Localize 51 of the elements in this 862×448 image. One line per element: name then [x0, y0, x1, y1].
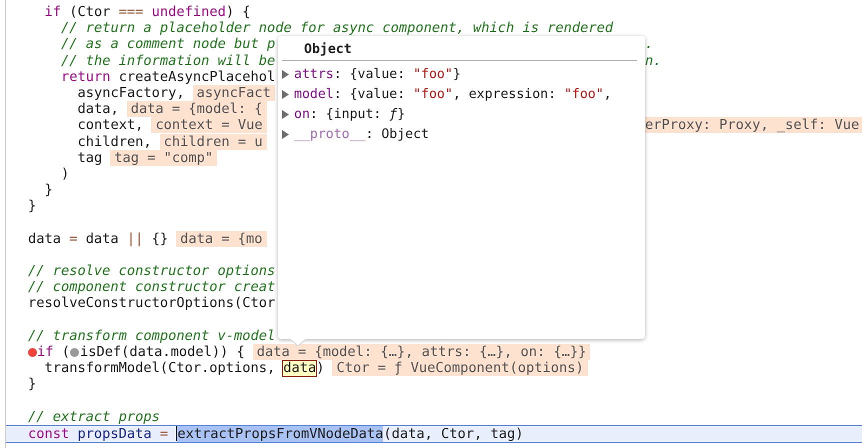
inline-value: asyncFact: [192, 85, 275, 102]
inline-value: data = {model: {…}, attrs: {…}, on: {…}}: [252, 344, 590, 360]
code-text: context,: [78, 117, 144, 134]
code-text: n.: [645, 52, 662, 69]
code-text: data = data || {}: [28, 230, 168, 247]
code-text: }: [28, 376, 36, 393]
code-text: data,: [78, 101, 119, 118]
inline-value: data = {model: {: [126, 101, 267, 118]
property-entry: on: {input: ƒ}: [294, 106, 406, 122]
code-text: ): [316, 360, 324, 376]
code-text: return createAsyncPlacehol: [61, 68, 276, 85]
code-text: (data, Ctor, tag): [383, 426, 524, 442]
expand-triangle-icon[interactable]: [282, 130, 290, 138]
expand-triangle-icon[interactable]: [282, 110, 290, 118]
inline-value: children = u: [160, 134, 267, 150]
selected-text: extractPropsFromVNodeData: [177, 426, 384, 442]
property-entry: attrs: {value: "foo"}: [294, 66, 461, 82]
code-text: // the information will be: [61, 52, 276, 69]
inline-value: tag = "comp": [110, 150, 218, 166]
code-text: const propsData =: [28, 426, 170, 442]
code-text: asyncFactory,: [78, 84, 185, 102]
property-entry: __proto__: Object: [294, 126, 429, 142]
code-text: ): [61, 166, 70, 182]
code-text: // extract props: [28, 408, 160, 425]
code-text: if (: [37, 344, 70, 360]
code-text: if (Ctor === undefined) {: [44, 4, 251, 20]
expand-triangle-icon[interactable]: [282, 90, 290, 98]
code-text: }: [28, 198, 36, 214]
code-text: tag: [78, 150, 102, 166]
code-text: }: [44, 182, 53, 198]
expand-triangle-icon[interactable]: [282, 70, 290, 78]
inline-value: Ctor = ƒ VueComponent(options): [332, 360, 588, 376]
code-text: // transform component v-model: [28, 328, 276, 344]
popover-title: Object: [303, 41, 353, 59]
code-text: children,: [78, 134, 152, 150]
code-text: // component constructor creat: [28, 279, 276, 296]
breakpoint-icon[interactable]: [28, 348, 37, 357]
code-text: // return a placeholder node for async component, which is rendered: [61, 20, 614, 36]
code-text: // as a comment node but p: [61, 36, 276, 53]
code-text: .: [645, 36, 654, 53]
code-text: // resolve constructor options: [28, 263, 276, 280]
code-text: transformModel(Ctor.options,: [44, 360, 276, 376]
hovered-variable[interactable]: data: [283, 360, 316, 376]
property-entry: model: {value: "foo", expression: "foo",: [294, 86, 612, 102]
text-cursor: [176, 426, 178, 442]
code-text: isDef(data.model)) {: [80, 344, 245, 360]
inline-value: data = {mo: [176, 230, 267, 247]
inline-value: erProxy: Proxy, _self: Vue: [645, 117, 862, 134]
code-text: resolveConstructorOptions(Ctor: [28, 295, 276, 312]
step-marker-icon[interactable]: [70, 348, 79, 357]
inline-value: context = Vue: [151, 117, 267, 134]
